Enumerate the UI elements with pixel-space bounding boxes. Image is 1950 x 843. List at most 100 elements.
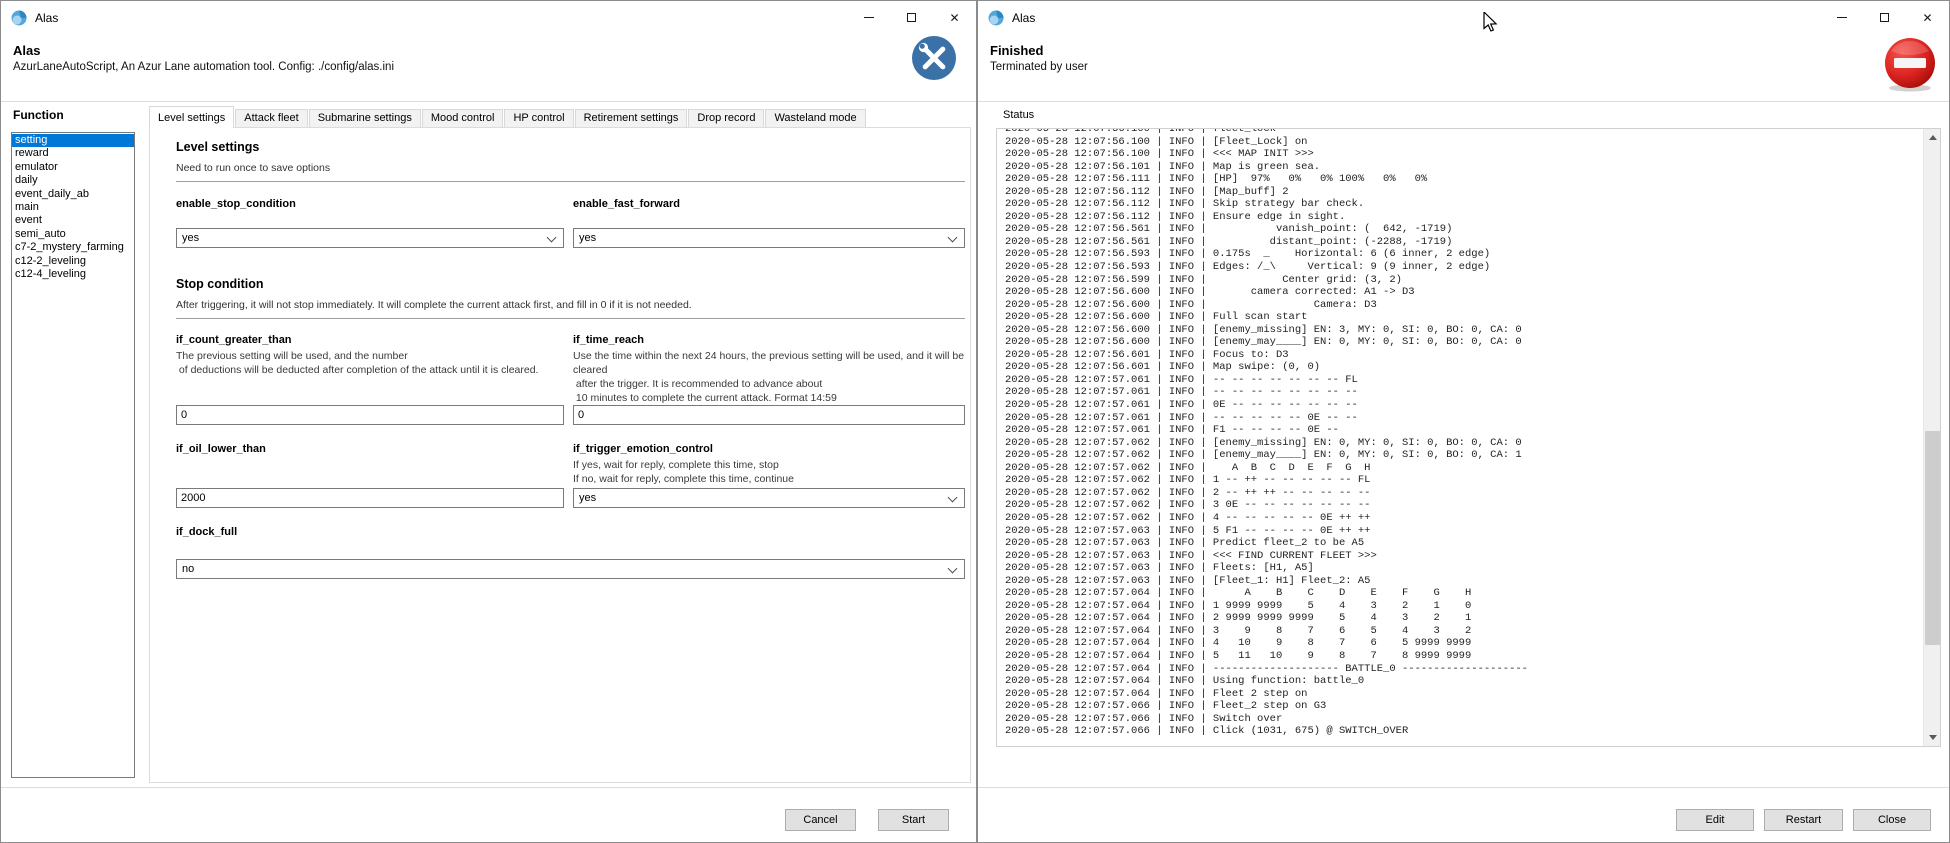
close-button[interactable]: ✕ — [933, 1, 976, 34]
function-list-item-label: daily — [15, 174, 38, 186]
arrow-up-icon — [1929, 135, 1937, 140]
tab-label: Attack fleet — [244, 112, 298, 124]
log-line: 2020-05-28 12:07:57.063 | INFO | <<< FIN… — [1005, 550, 1528, 563]
function-list-item[interactable]: setting — [12, 134, 134, 147]
settings-tab[interactable]: HP control — [504, 109, 573, 127]
select-if-dock-full[interactable]: no — [176, 559, 965, 579]
select-enable-fast-forward[interactable]: yes — [573, 228, 965, 248]
log-line: 2020-05-28 12:07:56.112 | INFO | Skip st… — [1005, 198, 1528, 211]
log-line: 2020-05-28 12:07:56.601 | INFO | Focus t… — [1005, 349, 1528, 362]
function-list-item[interactable]: c7-2_mystery_farming — [12, 241, 134, 254]
alas-log-window: Alas ✕ Finished Terminated by user — [977, 0, 1950, 843]
label-if-time-reach: if_time_reach — [573, 334, 644, 346]
label-if-oil-lower-than: if_oil_lower_than — [176, 443, 266, 455]
log-line: 2020-05-28 12:07:56.101 | INFO | Map is … — [1005, 161, 1528, 174]
log-line: 2020-05-28 12:07:56.111 | INFO | [HP] 97… — [1005, 173, 1528, 186]
input-if-time-reach[interactable] — [573, 405, 965, 425]
maximize-icon — [907, 13, 916, 22]
log-line: 2020-05-28 12:07:57.063 | INFO | Predict… — [1005, 537, 1528, 550]
tab-label: HP control — [513, 112, 564, 124]
titlebar[interactable]: Alas ✕ — [978, 1, 1949, 34]
log-line: 2020-05-28 12:07:56.600 | INFO | [enemy_… — [1005, 336, 1528, 349]
select-value: yes — [579, 232, 596, 244]
label-enable-stop-condition: enable_stop_condition — [176, 198, 296, 210]
settings-tab[interactable]: Drop record — [688, 109, 764, 127]
window-title: Alas — [1012, 11, 1035, 25]
settings-tab[interactable]: Attack fleet — [235, 109, 307, 127]
log-line: 2020-05-28 12:07:57.063 | INFO | 5 F1 --… — [1005, 525, 1528, 538]
function-list-item-label: c7-2_mystery_farming — [15, 241, 124, 253]
log-line: 2020-05-28 12:07:57.064 | INFO | Using f… — [1005, 675, 1528, 688]
function-list-item-label: setting — [15, 134, 47, 146]
log-line: 2020-05-28 12:07:56.100 | INFO | <<< MAP… — [1005, 148, 1528, 161]
log-line: 2020-05-28 12:07:57.064 | INFO | 4 10 9 … — [1005, 637, 1528, 650]
log-line: 2020-05-28 12:07:57.061 | INFO | F1 -- -… — [1005, 424, 1528, 437]
restart-button[interactable]: Restart — [1764, 809, 1843, 831]
maximize-icon — [1880, 13, 1889, 22]
settings-tab[interactable]: Level settings — [149, 106, 234, 128]
close-button[interactable]: ✕ — [1906, 1, 1949, 34]
log-line: 2020-05-28 12:07:57.066 | INFO | Switch … — [1005, 713, 1528, 726]
log-scrollbar[interactable] — [1923, 129, 1940, 746]
log-line: 2020-05-28 12:07:57.064 | INFO | -------… — [1005, 663, 1528, 676]
input-if-oil-lower-than[interactable] — [176, 488, 564, 508]
select-enable-stop-condition[interactable]: yes — [176, 228, 564, 248]
log-line: 2020-05-28 12:07:57.064 | INFO | 3 9 8 7… — [1005, 625, 1528, 638]
log-line: 2020-05-28 12:07:57.064 | INFO | A B C D… — [1005, 587, 1528, 600]
scroll-up-button[interactable] — [1924, 129, 1941, 146]
close-window-button[interactable]: Close — [1853, 809, 1931, 831]
function-list-item[interactable]: reward — [12, 147, 134, 160]
input-if-count-greater-than[interactable] — [176, 405, 564, 425]
function-list-item[interactable]: event_daily_ab — [12, 188, 134, 201]
section-title-level-settings: Level settings — [176, 140, 259, 154]
maximize-button[interactable] — [890, 1, 933, 34]
function-list-item[interactable]: semi_auto — [12, 228, 134, 241]
minimize-button[interactable] — [847, 1, 890, 34]
log-line: 2020-05-28 12:07:57.064 | INFO | 2 9999 … — [1005, 612, 1528, 625]
function-list-item[interactable]: c12-4_leveling — [12, 268, 134, 281]
alas-config-window: Alas ✕ Alas AzurLaneAutoScript, An Azur … — [0, 0, 977, 843]
label-enable-fast-forward: enable_fast_forward — [573, 198, 680, 210]
function-list-item[interactable]: daily — [12, 174, 134, 187]
function-list-item[interactable]: event — [12, 214, 134, 227]
minimize-button[interactable] — [1820, 1, 1863, 34]
select-if-trigger-emotion-control[interactable]: yes — [573, 488, 965, 508]
function-list-item-label: event_daily_ab — [15, 188, 89, 200]
settings-tab[interactable]: Mood control — [422, 109, 504, 127]
section-desc-stop-condition: After triggering, it will not stop immed… — [176, 299, 692, 311]
log-line: 2020-05-28 12:07:57.061 | INFO | -- -- -… — [1005, 374, 1528, 387]
function-list-item[interactable]: main — [12, 201, 134, 214]
log-line: 2020-05-28 12:07:57.062 | INFO | [enemy_… — [1005, 449, 1528, 462]
log-line: 2020-05-28 12:07:57.066 | INFO | Fleet_2… — [1005, 700, 1528, 713]
function-list-item[interactable]: emulator — [12, 161, 134, 174]
log-line: 2020-05-28 12:07:56.601 | INFO | Map swi… — [1005, 361, 1528, 374]
log-line: 2020-05-28 12:07:56.600 | INFO | camera … — [1005, 286, 1528, 299]
log-line: 2020-05-28 12:07:57.062 | INFO | 4 -- --… — [1005, 512, 1528, 525]
settings-tab-bar: Level settings Attack fleet Submarine se… — [149, 106, 867, 127]
settings-tab[interactable]: Wasteland mode — [765, 109, 865, 127]
chevron-down-icon — [948, 564, 958, 574]
status-log-panel: 2020-05-28 12:07:56.100 | INFO | fleet_l… — [996, 128, 1941, 747]
start-button[interactable]: Start — [878, 809, 949, 831]
section-divider — [176, 181, 965, 182]
section-divider — [176, 318, 965, 319]
scroll-down-button[interactable] — [1924, 729, 1941, 746]
log-line: 2020-05-28 12:07:56.112 | INFO | [Map_bu… — [1005, 186, 1528, 199]
function-list-item[interactable]: c12-2_leveling — [12, 255, 134, 268]
log-line: 2020-05-28 12:07:57.063 | INFO | [Fleet_… — [1005, 575, 1528, 588]
titlebar[interactable]: Alas ✕ — [1, 1, 976, 34]
tab-label: Retirement settings — [584, 112, 679, 124]
edit-button[interactable]: Edit — [1676, 809, 1754, 831]
close-icon: ✕ — [949, 12, 959, 24]
log-line: 2020-05-28 12:07:57.064 | INFO | 5 11 10… — [1005, 650, 1528, 663]
function-list[interactable]: setting reward emulator daily event_dail… — [11, 132, 135, 778]
desktop: Alas ✕ Alas AzurLaneAutoScript, An Azur … — [0, 0, 1950, 843]
scrollbar-thumb[interactable] — [1925, 431, 1940, 645]
tab-label: Submarine settings — [318, 112, 412, 124]
settings-tab[interactable]: Retirement settings — [575, 109, 688, 127]
cancel-button[interactable]: Cancel — [785, 809, 856, 831]
maximize-button[interactable] — [1863, 1, 1906, 34]
tools-icon — [911, 35, 957, 81]
settings-tab[interactable]: Submarine settings — [309, 109, 421, 127]
arrow-down-icon — [1929, 735, 1937, 740]
